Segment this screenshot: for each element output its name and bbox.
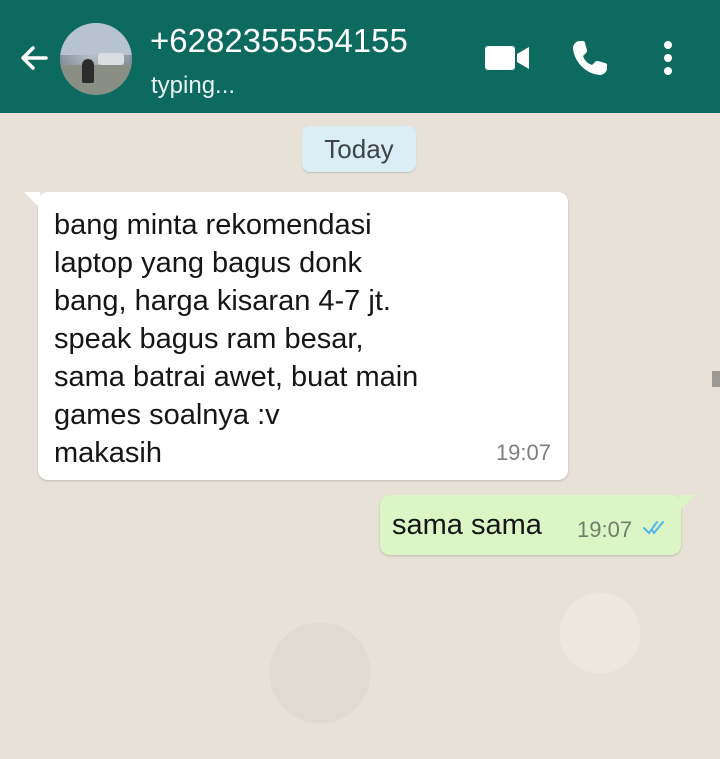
chat-header: +6282355554155 typing... [0,0,720,113]
avatar-car [98,53,124,65]
contact-name[interactable]: +6282355554155 [150,22,408,60]
date-separator: Today [302,126,416,172]
outgoing-message-time: 19:07 [577,517,633,542]
phone-icon[interactable] [570,38,610,78]
incoming-message-time: 19:07 [495,440,551,465]
avatar-ground [60,65,132,95]
incoming-message-text: bang minta rekomendasi laptop yang bagus… [54,209,419,469]
outgoing-message-text: sama sama [392,509,542,541]
contact-status: typing... [151,72,236,99]
more-vertical-icon[interactable] [656,38,680,78]
outgoing-message-bubble[interactable]: sama sama 19:07 [380,495,695,555]
avatar-person [82,59,94,83]
incoming-message-bubble[interactable]: bang minta rekomendasi laptop yang bagus… [24,192,568,480]
avatar[interactable] [60,23,132,95]
back-arrow-icon[interactable] [16,40,52,76]
scrollbar[interactable] [712,371,720,387]
avatar-sky [60,23,132,55]
video-call-icon[interactable] [484,42,530,74]
double-check-read-icon [643,521,664,535]
